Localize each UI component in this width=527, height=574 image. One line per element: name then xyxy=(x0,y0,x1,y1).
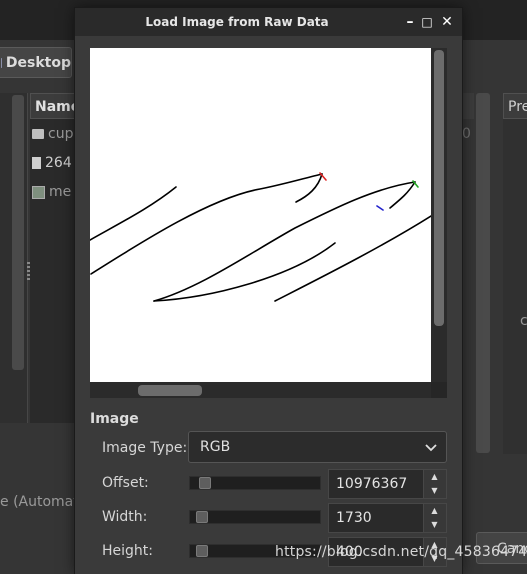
width-slider-handle[interactable] xyxy=(196,511,208,523)
dialog-titlebar[interactable]: Load Image from Raw Data – □ ✕ xyxy=(75,8,462,36)
list-item[interactable]: cup xyxy=(32,126,73,142)
faded-text: 0 xyxy=(462,126,471,142)
offset-label: Offset: xyxy=(102,475,149,491)
places-scrollbar[interactable] xyxy=(12,95,24,370)
offset-slider-handle[interactable] xyxy=(199,477,212,489)
stroke-tint-blue xyxy=(376,205,384,211)
preview-panel xyxy=(503,119,527,454)
image-file-icon xyxy=(32,185,45,199)
height-label: Height: xyxy=(102,543,153,559)
close-icon[interactable]: ✕ xyxy=(437,12,457,32)
increment-icon[interactable]: ▲ xyxy=(424,504,445,518)
watermark-text: https://blog.csdn.net/qq_45836474 xyxy=(275,544,527,560)
chevron-down-icon xyxy=(425,444,437,452)
preview-strokes xyxy=(90,172,431,302)
load-raw-image-dialog: Load Image from Raw Data – □ ✕ Image Ima xyxy=(75,8,462,574)
preview-horizontal-scroll-thumb[interactable] xyxy=(138,385,202,396)
width-slider[interactable] xyxy=(189,510,321,524)
offset-spin-buttons: ▲ ▼ xyxy=(423,470,446,498)
folder-icon xyxy=(1,57,2,68)
height-slider-handle[interactable] xyxy=(196,545,208,557)
maximize-icon[interactable]: □ xyxy=(417,12,437,32)
desktop-button[interactable]: Desktop xyxy=(0,47,72,78)
list-item-label: cup xyxy=(48,126,74,142)
stroke-3 xyxy=(295,173,323,203)
width-spinbutton[interactable]: 1730 ▲ ▼ xyxy=(328,503,447,533)
list-item-label: me xyxy=(49,184,72,200)
image-section-title: Image xyxy=(90,411,139,427)
dialog-title: Load Image from Raw Data xyxy=(145,15,329,29)
file-list xyxy=(30,93,78,423)
stroke-4 xyxy=(153,181,416,302)
folder-icon xyxy=(32,129,44,139)
decrement-icon[interactable]: ▼ xyxy=(424,484,445,498)
list-item[interactable]: 264 xyxy=(32,155,72,171)
width-label: Width: xyxy=(102,509,148,525)
offset-slider[interactable] xyxy=(189,476,321,490)
offset-value[interactable]: 10976367 xyxy=(336,470,407,498)
raw-data-preview xyxy=(90,48,431,382)
width-spin-buttons: ▲ ▼ xyxy=(423,504,446,532)
offset-spinbutton[interactable]: 10976367 ▲ ▼ xyxy=(328,469,447,499)
preview-header: Pre xyxy=(503,93,527,119)
column-header[interactable] xyxy=(462,93,474,119)
image-type-value: RGB xyxy=(200,439,231,455)
preview-vertical-scroll-thumb[interactable] xyxy=(434,50,444,326)
stroke-1 xyxy=(90,186,177,241)
file-icon xyxy=(32,157,41,169)
width-value[interactable]: 1730 xyxy=(336,504,372,532)
image-type-label: Image Type: xyxy=(102,440,188,456)
stroke-6 xyxy=(153,242,336,302)
faded-text: c xyxy=(520,313,527,329)
file-list-scrollbar[interactable] xyxy=(476,93,490,453)
desktop-button-label: Desktop xyxy=(5,54,71,71)
list-item-label: 264 xyxy=(45,155,72,171)
name-column-header[interactable]: Name xyxy=(30,93,80,119)
increment-icon[interactable]: ▲ xyxy=(424,470,445,484)
stroke-7 xyxy=(274,215,431,302)
stroke-2 xyxy=(90,173,323,275)
image-type-select[interactable]: RGB xyxy=(188,431,447,463)
decrement-icon[interactable]: ▼ xyxy=(424,518,445,532)
list-item[interactable]: me xyxy=(32,184,71,200)
